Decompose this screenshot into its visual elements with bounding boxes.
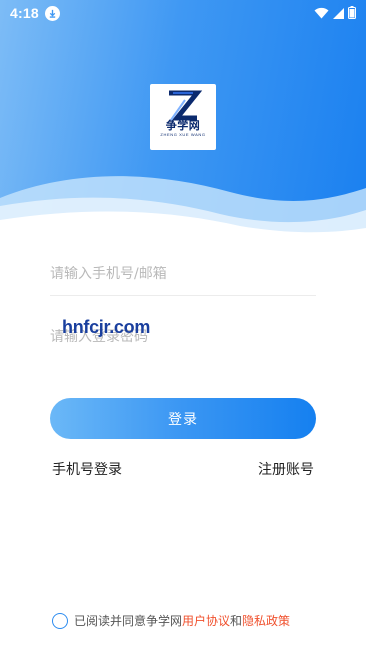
user-agreement-link[interactable]: 用户协议 bbox=[182, 612, 230, 629]
status-bar: 4:18 bbox=[0, 0, 366, 26]
battery-icon bbox=[348, 4, 356, 23]
wifi-icon bbox=[314, 4, 329, 23]
cell-signal-icon bbox=[333, 4, 344, 23]
app-logo: 争学网 ZHENG XUE WANG bbox=[150, 84, 216, 150]
wave-decoration bbox=[0, 176, 366, 240]
login-button[interactable]: 登录 bbox=[50, 398, 316, 439]
account-field[interactable] bbox=[50, 252, 316, 296]
phone-login-link[interactable]: 手机号登录 bbox=[52, 459, 122, 479]
agreement-row: 已阅读并同意争学网 用户协议 和 隐私政策 bbox=[52, 612, 290, 629]
download-icon bbox=[44, 5, 60, 21]
agree-radio[interactable] bbox=[52, 612, 68, 629]
agreement-prefix: 已阅读并同意争学网 bbox=[74, 614, 183, 628]
account-input[interactable] bbox=[50, 265, 316, 282]
privacy-policy-link[interactable]: 隐私政策 bbox=[242, 612, 290, 629]
status-time: 4:18 bbox=[10, 5, 39, 21]
logo-name-cn: 争学网 bbox=[165, 119, 201, 132]
agreement-and: 和 bbox=[230, 614, 243, 628]
register-link[interactable]: 注册账号 bbox=[258, 459, 314, 479]
logo-name-en: ZHENG XUE WANG bbox=[160, 132, 206, 137]
header-hero: 4:18 争学网 ZHENG XUE WANG bbox=[0, 0, 366, 240]
watermark-text: hnfcjr.com bbox=[62, 317, 151, 337]
